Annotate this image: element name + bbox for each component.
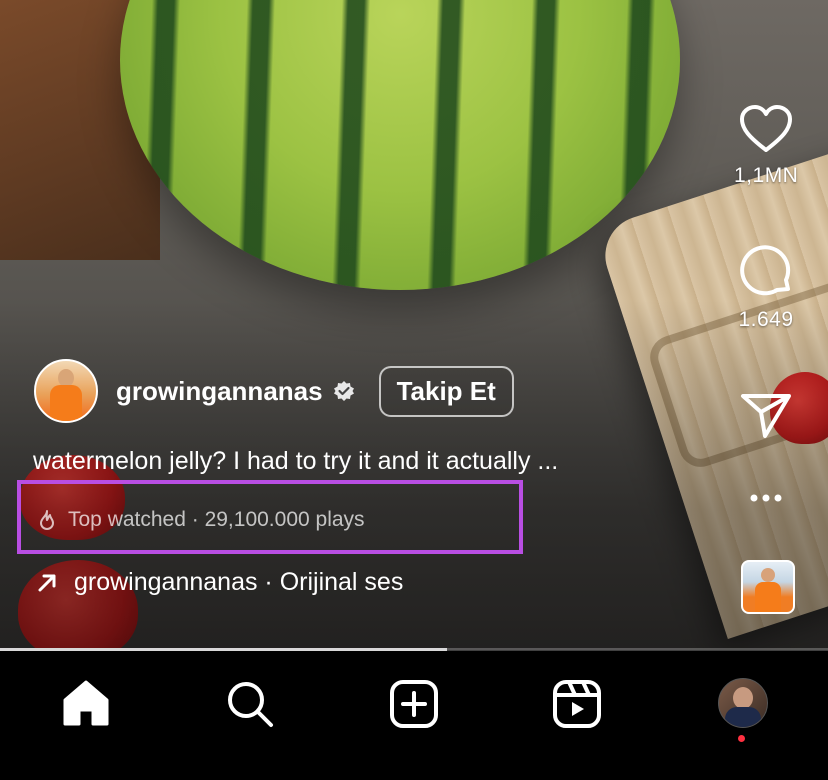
video-progress-bar[interactable] (0, 648, 828, 651)
home-icon[interactable] (60, 678, 112, 730)
comment-icon[interactable] (738, 244, 794, 298)
audio-label: growingannanas · Orijinal ses (74, 568, 404, 596)
create-icon[interactable] (388, 678, 440, 730)
audio-row[interactable]: growingannanas · Orijinal ses (36, 568, 403, 597)
more-icon[interactable] (746, 488, 786, 508)
stats-text: Top watched · 29,100.000 plays (68, 508, 365, 531)
profile-avatar[interactable] (718, 678, 768, 728)
caption[interactable]: watermelon jelly? I had to try it and it… (33, 447, 558, 476)
watermelon (120, 0, 680, 290)
video-progress-fill (0, 648, 448, 651)
follow-button[interactable]: Takip Et (378, 365, 514, 417)
search-icon[interactable] (224, 678, 276, 730)
author-avatar[interactable] (34, 359, 98, 423)
comment-group[interactable]: 1.649 (734, 244, 798, 332)
share-group[interactable] (734, 390, 798, 440)
stats-row: Top watched · 29,100.000 plays (38, 508, 365, 532)
flame-icon (40, 510, 54, 530)
arrow-up-right-icon (38, 574, 56, 591)
like-group[interactable]: 1,1MN (734, 104, 798, 188)
reels-icon[interactable] (551, 678, 603, 730)
heart-icon[interactable] (739, 104, 793, 154)
comment-count: 1.649 (738, 308, 794, 331)
notification-dot (738, 735, 745, 742)
author-row: growingannanas Takip Et (34, 359, 514, 423)
audio-thumb[interactable] (741, 560, 795, 614)
more-group[interactable] (734, 488, 798, 508)
verified-badge-icon (333, 381, 354, 401)
author-username[interactable]: growingannanas (116, 376, 323, 407)
bottom-tab-bar (0, 652, 828, 780)
share-icon[interactable] (739, 390, 793, 440)
like-count: 1,1MN (734, 164, 799, 187)
